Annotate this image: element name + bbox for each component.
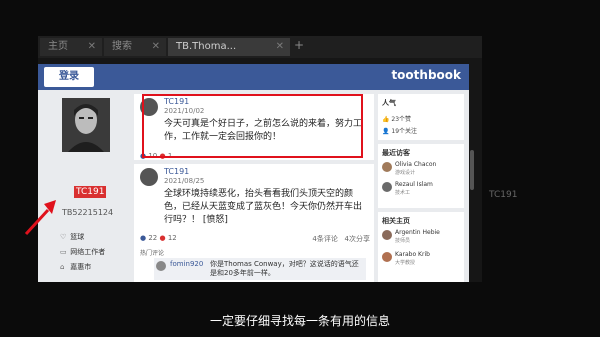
post-item: TC191 2021/08/25 全球环境持续恶化，抬头看看我们头顶天空的颜色，… [134, 164, 374, 282]
tab-bar: 主页 ✕ 搜索 ✕ TB.Thoma... ✕ + [38, 36, 482, 58]
brand-logo[interactable]: toothbook [391, 68, 461, 82]
visitor-sub: 游戏设计 [395, 170, 416, 176]
recent-visitors-card: 最近访客 Olivia Chacon 游戏设计 Rezaul Islam 技术工 [378, 144, 464, 208]
tab-search[interactable]: 搜索 ✕ [104, 38, 166, 56]
scrollbar[interactable] [470, 150, 474, 190]
comment-author[interactable]: fomin920 [170, 260, 203, 268]
background-text: TC191 [489, 190, 518, 200]
comment-item: fomin920 你是Thomas Conway，对吧？这说话的语气还是和20多… [154, 258, 366, 280]
popularity-title: 人气 [382, 99, 396, 107]
pointer-arrow-icon [24, 200, 56, 236]
love-icon[interactable]: ● [160, 234, 166, 242]
close-icon[interactable]: ✕ [276, 38, 284, 56]
follow-icon: 👤 [382, 128, 390, 135]
post-actions: ● 22 ● 12 4条评论 4次分享 [140, 234, 370, 243]
visitor-sub: 技术工 [395, 190, 411, 196]
post-date: 2021/08/25 [164, 177, 205, 185]
share-count[interactable]: 4次分享 [345, 235, 370, 243]
highlight-box [142, 94, 363, 158]
tab-home[interactable]: 主页 ✕ [40, 38, 102, 56]
likes-count: 23个赞 [391, 116, 412, 123]
tab-profile[interactable]: TB.Thoma... ✕ [168, 38, 290, 56]
home-icon: ⌂ [60, 263, 65, 271]
tab-home-label: 主页 [48, 41, 68, 52]
info-job-text: 网络工作者 [70, 248, 106, 256]
tab-search-label: 搜索 [112, 41, 132, 52]
profile-avatar[interactable] [62, 98, 110, 152]
visitor-name[interactable]: Rezaul Islam [395, 181, 433, 188]
briefcase-icon: ▭ [60, 248, 67, 256]
post-author[interactable]: TC191 [164, 167, 189, 176]
related-avatar[interactable] [382, 252, 392, 262]
visitor-avatar[interactable] [382, 162, 392, 172]
like-icon[interactable]: ● [140, 234, 146, 242]
info-city-text: 嘉惠市 [70, 263, 92, 271]
related-sub: 大学教授 [395, 260, 416, 266]
related-name[interactable]: Karabo Krib [395, 251, 430, 258]
post-author-avatar[interactable] [140, 168, 158, 186]
related-sub: 技师员 [395, 238, 411, 244]
visitor-name[interactable]: Olivia Chacon [395, 161, 436, 168]
tab-profile-label: TB.Thoma... [176, 41, 237, 52]
related-pages-card: 相关主页 Argentin Hebie 技师员 Karabo Krib 大学教授 [378, 212, 464, 282]
visitor-avatar[interactable] [382, 182, 392, 192]
top-nav-bar: 登录 toothbook [38, 64, 469, 90]
recent-visitors-title: 最近访客 [382, 149, 410, 157]
comment-text: 你是Thomas Conway，对吧？这说话的语气还是和20多年前一样。 [210, 260, 359, 277]
follows-count: 19个关注 [391, 128, 418, 135]
info-job: ▭ 网络工作者 [60, 247, 105, 257]
right-sidebar: 人气 👍 23个赞 👤 19个关注 最近访客 Olivia Chacon 游戏设… [378, 90, 466, 282]
close-icon[interactable]: ✕ [152, 38, 160, 56]
hot-comments-label[interactable]: 热门评论 [140, 248, 370, 257]
related-name[interactable]: Argentin Hebie [395, 229, 440, 236]
post-text: 全球环境持续恶化，抬头看看我们头顶天空的颜色，已经从天蓝变成了蓝灰色！今天你仍然… [164, 189, 363, 225]
love-count: 12 [167, 234, 177, 242]
profile-panel: TC191 TB52215124 ♡ 篮球 ▭ 网络工作者 ⌂ 嘉惠市 [38, 90, 128, 282]
related-pages-title: 相关主页 [382, 217, 410, 225]
popularity-card: 人气 👍 23个赞 👤 19个关注 [378, 94, 464, 140]
comment-count[interactable]: 4条评论 [312, 235, 337, 243]
video-subtitle: 一定要仔细寻找每一条有用的信息 [209, 314, 390, 328]
like-count: 22 [148, 234, 158, 242]
new-tab-button[interactable]: + [294, 38, 304, 52]
thumbs-up-icon: 👍 [382, 116, 390, 123]
info-city: ⌂ 嘉惠市 [60, 262, 91, 272]
comment-author-avatar[interactable] [156, 261, 166, 271]
login-button[interactable]: 登录 [44, 67, 94, 87]
close-icon[interactable]: ✕ [88, 38, 96, 56]
related-avatar[interactable] [382, 230, 392, 240]
